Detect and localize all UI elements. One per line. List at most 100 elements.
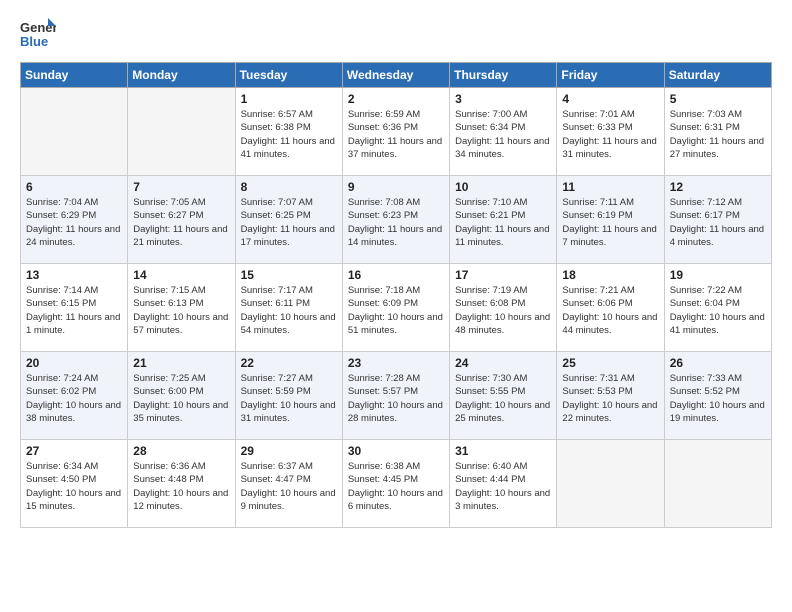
day-info: Sunrise: 6:57 AM Sunset: 6:38 PM Dayligh…	[241, 108, 337, 161]
header: General Blue	[20, 16, 772, 52]
calendar-cell: 23 Sunrise: 7:28 AM Sunset: 5:57 PM Dayli…	[342, 352, 449, 440]
day-number: 4	[562, 92, 658, 106]
day-info: Sunrise: 7:17 AM Sunset: 6:11 PM Dayligh…	[241, 284, 337, 337]
day-number: 3	[455, 92, 551, 106]
day-number: 10	[455, 180, 551, 194]
calendar-cell: 14Sunrise: 7:15 AM Sunset: 6:13 PM Dayli…	[128, 264, 235, 352]
day-info: Sunrise: 7:27 AM Sunset: 5:59 PM Dayligh…	[241, 372, 337, 425]
day-info: Sunrise: 7:31 AM Sunset: 5:53 PM Dayligh…	[562, 372, 658, 425]
day-info: Sunrise: 7:22 AM Sunset: 6:04 PM Dayligh…	[670, 284, 766, 337]
day-number: 30	[348, 444, 444, 458]
calendar-cell: 20 Sunrise: 7:24 AM Sunset: 6:02 PM Dayli…	[21, 352, 128, 440]
day-number: 20	[26, 356, 122, 370]
calendar-cell	[664, 440, 771, 528]
calendar-cell: 3 Sunrise: 7:00 AM Sunset: 6:34 PM Daylig…	[450, 88, 557, 176]
calendar-cell: 1Sunrise: 6:57 AM Sunset: 6:38 PM Daylig…	[235, 88, 342, 176]
weekday-header-thursday: Thursday	[450, 63, 557, 88]
weekday-header-saturday: Saturday	[664, 63, 771, 88]
calendar-table: SundayMondayTuesdayWednesdayThursdayFrid…	[20, 62, 772, 528]
weekday-header-tuesday: Tuesday	[235, 63, 342, 88]
day-info: Sunrise: 6:36 AM Sunset: 4:48 PM Dayligh…	[133, 460, 229, 513]
day-info: Sunrise: 7:04 AM Sunset: 6:29 PM Dayligh…	[26, 196, 122, 249]
calendar-cell: 31Sunrise: 6:40 AM Sunset: 4:44 PM Dayli…	[450, 440, 557, 528]
calendar-cell: 21 Sunrise: 7:25 AM Sunset: 6:00 PM Dayli…	[128, 352, 235, 440]
day-number: 24	[455, 356, 551, 370]
day-info: Sunrise: 7:10 AM Sunset: 6:21 PM Dayligh…	[455, 196, 551, 249]
day-info: Sunrise: 7:25 AM Sunset: 6:00 PM Dayligh…	[133, 372, 229, 425]
weekday-header-wednesday: Wednesday	[342, 63, 449, 88]
day-number: 5	[670, 92, 766, 106]
calendar-cell: 9 Sunrise: 7:08 AM Sunset: 6:23 PM Daylig…	[342, 176, 449, 264]
calendar-cell: 5 Sunrise: 7:03 AM Sunset: 6:31 PM Daylig…	[664, 88, 771, 176]
day-info: Sunrise: 7:28 AM Sunset: 5:57 PM Dayligh…	[348, 372, 444, 425]
day-number: 19	[670, 268, 766, 282]
calendar-cell: 27 Sunrise: 6:34 AM Sunset: 4:50 PM Dayli…	[21, 440, 128, 528]
day-info: Sunrise: 7:14 AM Sunset: 6:15 PM Dayligh…	[26, 284, 122, 337]
calendar-cell: 28 Sunrise: 6:36 AM Sunset: 4:48 PM Dayli…	[128, 440, 235, 528]
calendar-cell: 2 Sunrise: 6:59 AM Sunset: 6:36 PM Daylig…	[342, 88, 449, 176]
day-info: Sunrise: 7:30 AM Sunset: 5:55 PM Dayligh…	[455, 372, 551, 425]
day-info: Sunrise: 7:03 AM Sunset: 6:31 PM Dayligh…	[670, 108, 766, 161]
day-number: 6	[26, 180, 122, 194]
weekday-header-sunday: Sunday	[21, 63, 128, 88]
calendar-cell: 26 Sunrise: 7:33 AM Sunset: 5:52 PM Dayli…	[664, 352, 771, 440]
day-number: 21	[133, 356, 229, 370]
weekday-header-friday: Friday	[557, 63, 664, 88]
day-number: 22	[241, 356, 337, 370]
day-number: 28	[133, 444, 229, 458]
weekday-header-monday: Monday	[128, 63, 235, 88]
day-info: Sunrise: 6:59 AM Sunset: 6:36 PM Dayligh…	[348, 108, 444, 161]
day-number: 27	[26, 444, 122, 458]
calendar-cell: 11 Sunrise: 7:11 AM Sunset: 6:19 PM Dayli…	[557, 176, 664, 264]
calendar-cell: 12 Sunrise: 7:12 AM Sunset: 6:17 PM Dayli…	[664, 176, 771, 264]
calendar-cell: 4 Sunrise: 7:01 AM Sunset: 6:33 PM Daylig…	[557, 88, 664, 176]
day-number: 29	[241, 444, 337, 458]
calendar-cell: 15 Sunrise: 7:17 AM Sunset: 6:11 PM Dayli…	[235, 264, 342, 352]
day-number: 26	[670, 356, 766, 370]
calendar-cell	[128, 88, 235, 176]
calendar-cell: 7Sunrise: 7:05 AM Sunset: 6:27 PM Daylig…	[128, 176, 235, 264]
calendar-cell: 10 Sunrise: 7:10 AM Sunset: 6:21 PM Dayli…	[450, 176, 557, 264]
calendar-cell: 16 Sunrise: 7:18 AM Sunset: 6:09 PM Dayli…	[342, 264, 449, 352]
calendar-cell: 25 Sunrise: 7:31 AM Sunset: 5:53 PM Dayli…	[557, 352, 664, 440]
day-info: Sunrise: 7:18 AM Sunset: 6:09 PM Dayligh…	[348, 284, 444, 337]
page: General Blue SundayMondayTuesdayWednesda…	[0, 0, 792, 612]
calendar-cell: 8Sunrise: 7:07 AM Sunset: 6:25 PM Daylig…	[235, 176, 342, 264]
calendar-cell: 19 Sunrise: 7:22 AM Sunset: 6:04 PM Dayli…	[664, 264, 771, 352]
day-info: Sunrise: 7:21 AM Sunset: 6:06 PM Dayligh…	[562, 284, 658, 337]
day-number: 23	[348, 356, 444, 370]
calendar-cell: 29 Sunrise: 6:37 AM Sunset: 4:47 PM Dayli…	[235, 440, 342, 528]
day-number: 16	[348, 268, 444, 282]
generalblue-logo-icon: General Blue	[20, 16, 56, 52]
calendar-cell: 6 Sunrise: 7:04 AM Sunset: 6:29 PM Daylig…	[21, 176, 128, 264]
calendar-cell: 13Sunrise: 7:14 AM Sunset: 6:15 PM Dayli…	[21, 264, 128, 352]
day-number: 8	[241, 180, 337, 194]
day-number: 2	[348, 92, 444, 106]
day-number: 18	[562, 268, 658, 282]
day-info: Sunrise: 7:33 AM Sunset: 5:52 PM Dayligh…	[670, 372, 766, 425]
day-info: Sunrise: 6:40 AM Sunset: 4:44 PM Dayligh…	[455, 460, 551, 513]
day-info: Sunrise: 7:08 AM Sunset: 6:23 PM Dayligh…	[348, 196, 444, 249]
day-info: Sunrise: 7:00 AM Sunset: 6:34 PM Dayligh…	[455, 108, 551, 161]
calendar-cell: 17 Sunrise: 7:19 AM Sunset: 6:08 PM Dayli…	[450, 264, 557, 352]
day-info: Sunrise: 6:37 AM Sunset: 4:47 PM Dayligh…	[241, 460, 337, 513]
day-info: Sunrise: 7:12 AM Sunset: 6:17 PM Dayligh…	[670, 196, 766, 249]
day-number: 14	[133, 268, 229, 282]
day-info: Sunrise: 7:19 AM Sunset: 6:08 PM Dayligh…	[455, 284, 551, 337]
day-number: 17	[455, 268, 551, 282]
day-info: Sunrise: 7:01 AM Sunset: 6:33 PM Dayligh…	[562, 108, 658, 161]
day-number: 9	[348, 180, 444, 194]
calendar-cell: 22 Sunrise: 7:27 AM Sunset: 5:59 PM Dayli…	[235, 352, 342, 440]
calendar-cell: 30 Sunrise: 6:38 AM Sunset: 4:45 PM Dayli…	[342, 440, 449, 528]
day-number: 25	[562, 356, 658, 370]
day-number: 12	[670, 180, 766, 194]
calendar-cell: 18 Sunrise: 7:21 AM Sunset: 6:06 PM Dayli…	[557, 264, 664, 352]
logo: General Blue	[20, 16, 56, 52]
day-info: Sunrise: 6:38 AM Sunset: 4:45 PM Dayligh…	[348, 460, 444, 513]
day-number: 15	[241, 268, 337, 282]
day-info: Sunrise: 7:24 AM Sunset: 6:02 PM Dayligh…	[26, 372, 122, 425]
day-number: 11	[562, 180, 658, 194]
day-info: Sunrise: 7:11 AM Sunset: 6:19 PM Dayligh…	[562, 196, 658, 249]
day-info: Sunrise: 6:34 AM Sunset: 4:50 PM Dayligh…	[26, 460, 122, 513]
svg-text:Blue: Blue	[20, 34, 48, 49]
